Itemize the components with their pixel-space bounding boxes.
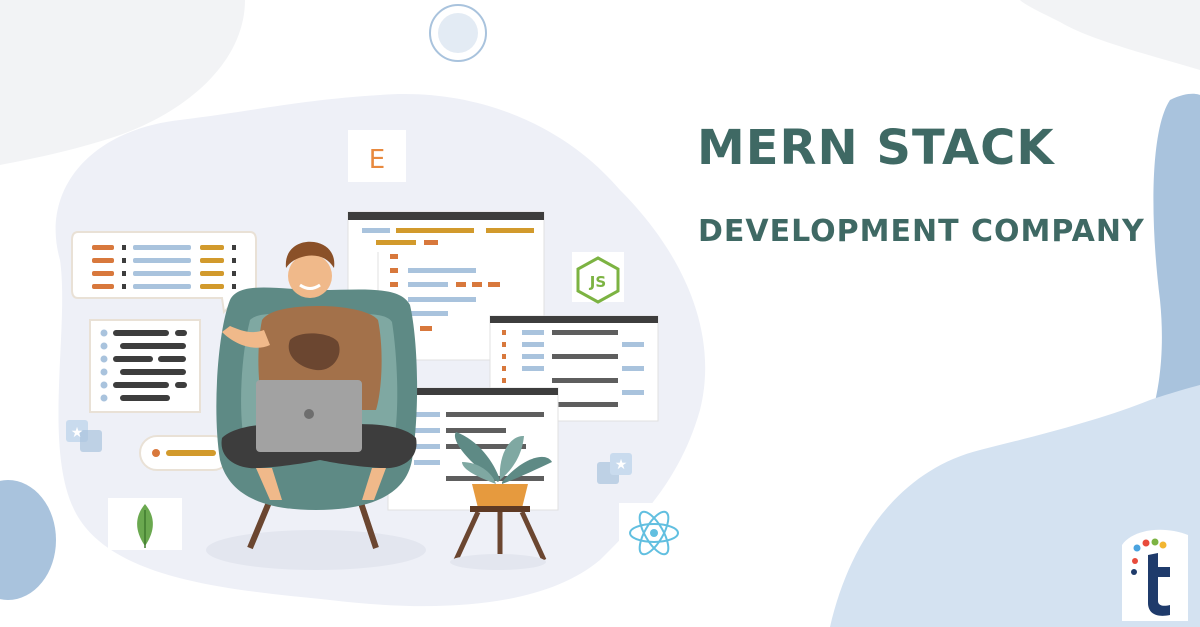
svg-text:JS: JS <box>589 273 606 291</box>
illustration: E JS ★ ★ <box>0 0 1200 627</box>
svg-text:E: E <box>369 145 385 175</box>
express-icon: E <box>348 130 406 182</box>
svg-text:★: ★ <box>615 456 628 472</box>
banner: E JS ★ ★ MERN STACK DEVELOPMENT COMPANY <box>0 0 1200 627</box>
page-title: MERN STACK <box>697 120 1055 176</box>
bg-blob-top-right <box>1020 0 1200 70</box>
code-card-left <box>89 319 201 413</box>
svg-text:★: ★ <box>71 424 84 440</box>
mongodb-icon <box>108 498 182 550</box>
nodejs-icon: JS <box>572 252 624 304</box>
brand-logo <box>1122 529 1188 621</box>
bg-blob-bottom-left <box>0 480 56 600</box>
react-icon <box>619 503 689 563</box>
page-subtitle: DEVELOPMENT COMPANY <box>698 214 1145 249</box>
input-pill <box>139 435 231 471</box>
